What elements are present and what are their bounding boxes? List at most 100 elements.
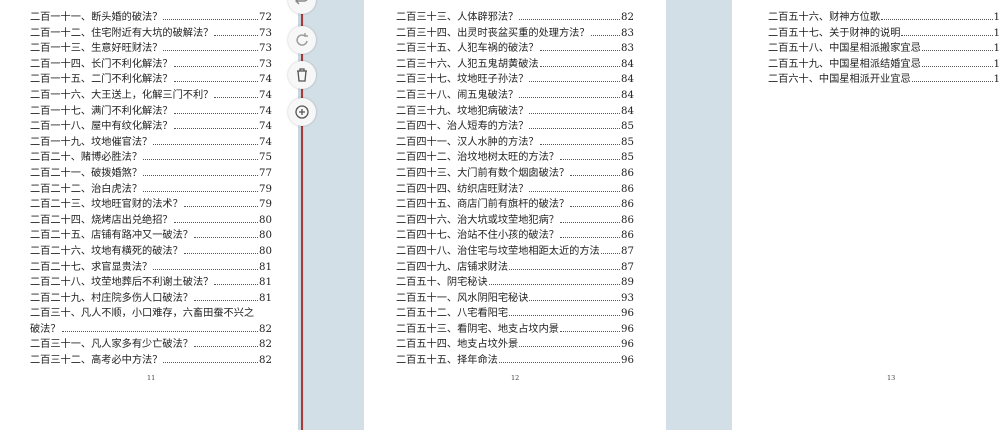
toc-entry-title: 二百五十三、看阴宅、地支占坟内景 bbox=[396, 323, 559, 335]
toc-entry-title: 二百三十六、人犯五鬼胡黄破法 bbox=[396, 58, 539, 70]
toc-entry-title: 二百五十四、地支占坟外景 bbox=[396, 339, 519, 351]
toc-entry-title: 二百一十五、二门不利化解法？ bbox=[30, 74, 173, 86]
toc-entry: 二百二十七、求官显贵法？ 81 bbox=[30, 260, 272, 276]
toc-entry-page: 1 bbox=[993, 43, 1000, 55]
redo-button[interactable] bbox=[288, 26, 316, 54]
toc-entry-title: 二百四十八、治住宅与坟茔地相距太近的方法 bbox=[396, 245, 600, 257]
toc-entry-title: 二百五十九、中国星相派结婚宜忌 bbox=[768, 58, 921, 70]
toc-entry: 二百四十二、治坟地树太旺的方法？ 85 bbox=[396, 150, 634, 166]
toc-entry: 二百三十、凡人不顺，小口难存，六畜田蚕不兴之 破法？ 82 bbox=[30, 306, 272, 337]
toc-entry-title: 二百一十八、屋中有纹化解法？ bbox=[30, 121, 173, 133]
toc-entry-page: 82 bbox=[259, 323, 272, 335]
toc-entry-title: 二百一十六、大王送上，化解三门不利？ bbox=[30, 89, 214, 101]
redo-icon bbox=[296, 33, 308, 46]
toc-entry: 二百五十二、八宅看阳宅 96 bbox=[396, 306, 634, 322]
toc-entry: 二百五十四、地支占坟外景 96 bbox=[396, 337, 634, 353]
toc-entry-page: 84 bbox=[621, 105, 634, 117]
dot-leader bbox=[539, 50, 621, 52]
toc-entry: 二百二十三、坟地旺官财的法术？ 79 bbox=[30, 197, 272, 213]
toc-entry-title: 二百二十八、坟茔地葬后不利谢土破法？ bbox=[30, 277, 214, 289]
toc-entry-title: 二百一十二、住宅附近有大坑的破解法？ bbox=[30, 27, 214, 39]
dot-leader bbox=[61, 330, 259, 332]
toc-entry-page: 73 bbox=[259, 27, 272, 39]
page-number: 11 bbox=[147, 374, 156, 382]
toc-entry-page: 1 bbox=[993, 27, 1000, 39]
toc-entry-title: 二百一十七、满门不利化解法？ bbox=[30, 105, 173, 117]
toc-entry: 二百四十、治人短寿的方法？ 85 bbox=[396, 119, 634, 135]
toc-entry-title: 二百五十六、财神方位歌 bbox=[768, 12, 881, 23]
toc-entry: 二百三十二、高考必中方法？ 82 bbox=[30, 353, 272, 369]
delete-button[interactable] bbox=[288, 61, 316, 89]
toc-entry: 二百一十六、大王送上，化解三门不利？ 74 bbox=[30, 88, 272, 104]
dot-leader bbox=[570, 174, 621, 176]
toc-entry-title: 二百一十一、断头婚的破法？ bbox=[30, 12, 163, 23]
toc-entry: 二百五十九、中国星相派结婚宜忌 1 bbox=[768, 57, 1000, 73]
toc-entry-page: 83 bbox=[621, 27, 634, 39]
toc-entry-title: 二百五十五、择年命法 bbox=[396, 355, 498, 367]
toc-entry: 二百三十三、人体辟邪法？ 82 bbox=[396, 10, 634, 26]
toc-entry-page: 1 bbox=[993, 58, 1000, 70]
toc-entry: 二百三十七、坟地旺子孙法？ 84 bbox=[396, 72, 634, 88]
dot-leader bbox=[560, 159, 621, 161]
toc-entry-title: 二百二十六、坟地有横死的破法？ bbox=[30, 245, 183, 257]
toc-entry-title: 二百三十二、高考必中方法？ bbox=[30, 355, 163, 367]
toc-entry-page: 96 bbox=[621, 308, 634, 320]
toc-entry-title: 二百五十七、关于财神的说明 bbox=[768, 27, 901, 39]
toc-entry-title: 二百二十二、治白虎法？ bbox=[30, 183, 143, 195]
toc-entry-page: 86 bbox=[621, 167, 634, 179]
toc-entry-page: 86 bbox=[621, 199, 634, 211]
dot-leader bbox=[163, 19, 259, 20]
toc-entry-page: 86 bbox=[621, 214, 634, 226]
toc-entry-title: 二百四十九、店铺求财法 bbox=[396, 261, 509, 273]
toc-entry: 二百五十三、看阴宅、地支占坟内景 96 bbox=[396, 322, 634, 338]
dot-leader bbox=[539, 143, 621, 145]
dot-leader bbox=[194, 237, 259, 239]
dot-leader bbox=[214, 284, 259, 286]
dot-leader bbox=[163, 362, 259, 364]
toc-entry-title: 二百二十三、坟地旺官财的法术？ bbox=[30, 199, 183, 211]
toc-entry-page: 79 bbox=[259, 199, 272, 211]
toc-list: 二百三十三、人体辟邪法？ 82 二百三十四、出灵时丧盆买重的处理方法？ 83 二百三十五… bbox=[396, 10, 634, 369]
toc-entry-page: 1 bbox=[993, 12, 1000, 23]
toc-entry-page: 93 bbox=[621, 292, 634, 304]
toc-entry: 二百四十八、治住宅与坟茔地相距太近的方法 87 bbox=[396, 244, 634, 260]
toc-entry: 二百五十五、择年命法 96 bbox=[396, 353, 634, 369]
toc-entry-page: 74 bbox=[259, 121, 272, 133]
toc-entry-title: 二百四十七、治站不住小孩的破法？ bbox=[396, 230, 559, 242]
add-button[interactable] bbox=[288, 98, 316, 126]
toc-entry-page: 82 bbox=[259, 339, 272, 351]
toc-entry: 二百四十一、汉人水肿的方法？ 85 bbox=[396, 135, 634, 151]
toc-entry-page: 74 bbox=[259, 74, 272, 86]
toc-entry: 二百四十九、店铺求财法 87 bbox=[396, 260, 634, 276]
dot-leader bbox=[921, 65, 993, 67]
toc-entry: 二百三十九、坟地犯病破法？ 84 bbox=[396, 104, 634, 120]
toc-entry-page: 72 bbox=[259, 12, 272, 23]
toc-entry: 二百三十六、人犯五鬼胡黄破法 84 bbox=[396, 57, 634, 73]
add-icon bbox=[295, 105, 309, 119]
toc-entry-title: 二百二十四、烧烤店出兑绝招？ bbox=[30, 214, 173, 226]
dot-leader bbox=[173, 112, 259, 114]
toc-entry-title: 二百六十、中国星相派开业宜忌 bbox=[768, 74, 911, 86]
toc-entry-page: 85 bbox=[621, 152, 634, 164]
dot-leader bbox=[529, 128, 621, 130]
toc-entry-title: 二百一十四、长门不利化解法？ bbox=[30, 58, 173, 70]
toc-entry-title: 二百三十九、坟地犯病破法？ bbox=[396, 105, 529, 117]
toc-entry: 二百五十、阴宅秘诀 89 bbox=[396, 275, 634, 291]
toc-entry-title: 二百四十二、治坟地树太旺的方法？ bbox=[396, 152, 559, 164]
toc-entry: 二百二十八、坟茔地葬后不利谢土破法？ 81 bbox=[30, 275, 272, 291]
toc-entry-title: 二百二十九、村庄院多伤人口破法？ bbox=[30, 292, 193, 304]
toc-entry-title: 二百三十五、人犯车祸的破法？ bbox=[396, 43, 539, 55]
toc-entry-title: 二百二十七、求官显贵法？ bbox=[30, 261, 153, 273]
toc-entry-title: 二百三十、凡人不顺，小口难存，六畜田蚕不兴之 bbox=[30, 308, 255, 320]
toc-entry: 二百五十八、中国星相派搬家宜忌 1 bbox=[768, 41, 1000, 57]
toc-entry: 二百三十八、闹五鬼破法？ 84 bbox=[396, 88, 634, 104]
dot-leader bbox=[143, 190, 259, 192]
toc-entry-page: 82 bbox=[259, 355, 272, 367]
toc-entry-page: 84 bbox=[621, 89, 634, 101]
document-page-11: 二百一十一、断头婚的破法？ 72 二百一十二、住宅附近有大坑的破解法？ 73 二百一十三… bbox=[0, 0, 298, 430]
toc-entry: 二百一十八、屋中有纹化解法？ 74 bbox=[30, 119, 272, 135]
toc-entry-page: 74 bbox=[259, 136, 272, 148]
toc-entry: 二百一十三、生意好旺财法？ 73 bbox=[30, 41, 272, 57]
toc-entry-page: 82 bbox=[621, 12, 634, 23]
toc-entry-title: 二百三十三、人体辟邪法？ bbox=[396, 12, 519, 23]
